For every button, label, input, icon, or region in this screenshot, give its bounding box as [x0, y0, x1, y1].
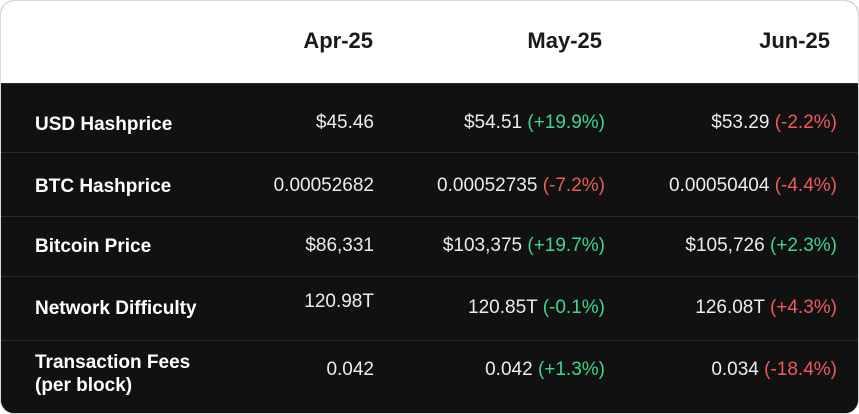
- row-label: USD Hashprice: [35, 114, 173, 135]
- cell-jun: 126.08T (+4.3%): [695, 297, 837, 318]
- row-label: Network Difficulty: [35, 298, 197, 319]
- cell-apr: 0.042: [326, 359, 374, 380]
- table-row-transaction-fees: Transaction Fees (per block) 0.042 0.042…: [1, 340, 858, 413]
- change-badge: (-18.4%): [764, 359, 837, 380]
- hashprice-table: Apr-25 May-25 Jun-25 USD Hashprice $45.4…: [0, 0, 859, 414]
- cell-apr: $45.46: [315, 112, 374, 133]
- table-row-bitcoin-price: Bitcoin Price $86,331 $103,375 (+19.7%) …: [1, 216, 858, 277]
- row-label: Bitcoin Price: [35, 236, 152, 257]
- row-label: BTC Hashprice: [35, 176, 172, 197]
- cell-may: 0.00052735 (-7.2%): [437, 175, 605, 196]
- cell-jun: 0.034 (-18.4%): [711, 359, 837, 380]
- table-row-network-difficulty: Network Difficulty 120.98T 120.85T (-0.1…: [1, 276, 858, 341]
- change-badge: (+1.3%): [537, 359, 605, 380]
- column-header-jun: Jun-25: [759, 28, 830, 53]
- change-badge: (+2.3%): [769, 235, 837, 256]
- cell-may: 0.042 (+1.3%): [485, 359, 605, 380]
- cell-apr: 0.00052682: [273, 175, 374, 196]
- cell-jun: $53.29 (-2.2%): [711, 112, 837, 133]
- table-row-btc-hashprice: BTC Hashprice 0.00052682 0.00052735 (-7.…: [1, 152, 858, 217]
- cell-apr: $86,331: [305, 235, 374, 256]
- row-label-sub: (per block): [35, 375, 133, 396]
- row-label: Transaction Fees: [35, 352, 191, 373]
- column-header-may: May-25: [527, 28, 602, 53]
- cell-may: $103,375 (+19.7%): [442, 235, 605, 256]
- change-badge: (-2.2%): [774, 112, 837, 133]
- change-badge: (+4.3%): [769, 297, 837, 318]
- change-badge: (+19.7%): [527, 235, 605, 256]
- cell-may: $54.51 (+19.9%): [463, 112, 605, 133]
- column-header-apr: Apr-25: [303, 28, 373, 53]
- change-badge: (-4.4%): [774, 175, 837, 196]
- table-header: Apr-25 May-25 Jun-25: [1, 1, 858, 84]
- cell-jun: $105,726 (+2.3%): [685, 235, 837, 256]
- change-badge: (-0.1%): [542, 297, 605, 318]
- table-row-usd-hashprice: USD Hashprice $45.46 $54.51 (+19.9%) $53…: [1, 84, 858, 152]
- cell-jun: 0.00050404 (-4.4%): [669, 175, 837, 196]
- change-badge: (-7.2%): [542, 175, 605, 196]
- change-badge: (+19.9%): [527, 112, 605, 133]
- cell-apr: 120.98T: [304, 291, 374, 312]
- cell-may: 120.85T (-0.1%): [468, 297, 605, 318]
